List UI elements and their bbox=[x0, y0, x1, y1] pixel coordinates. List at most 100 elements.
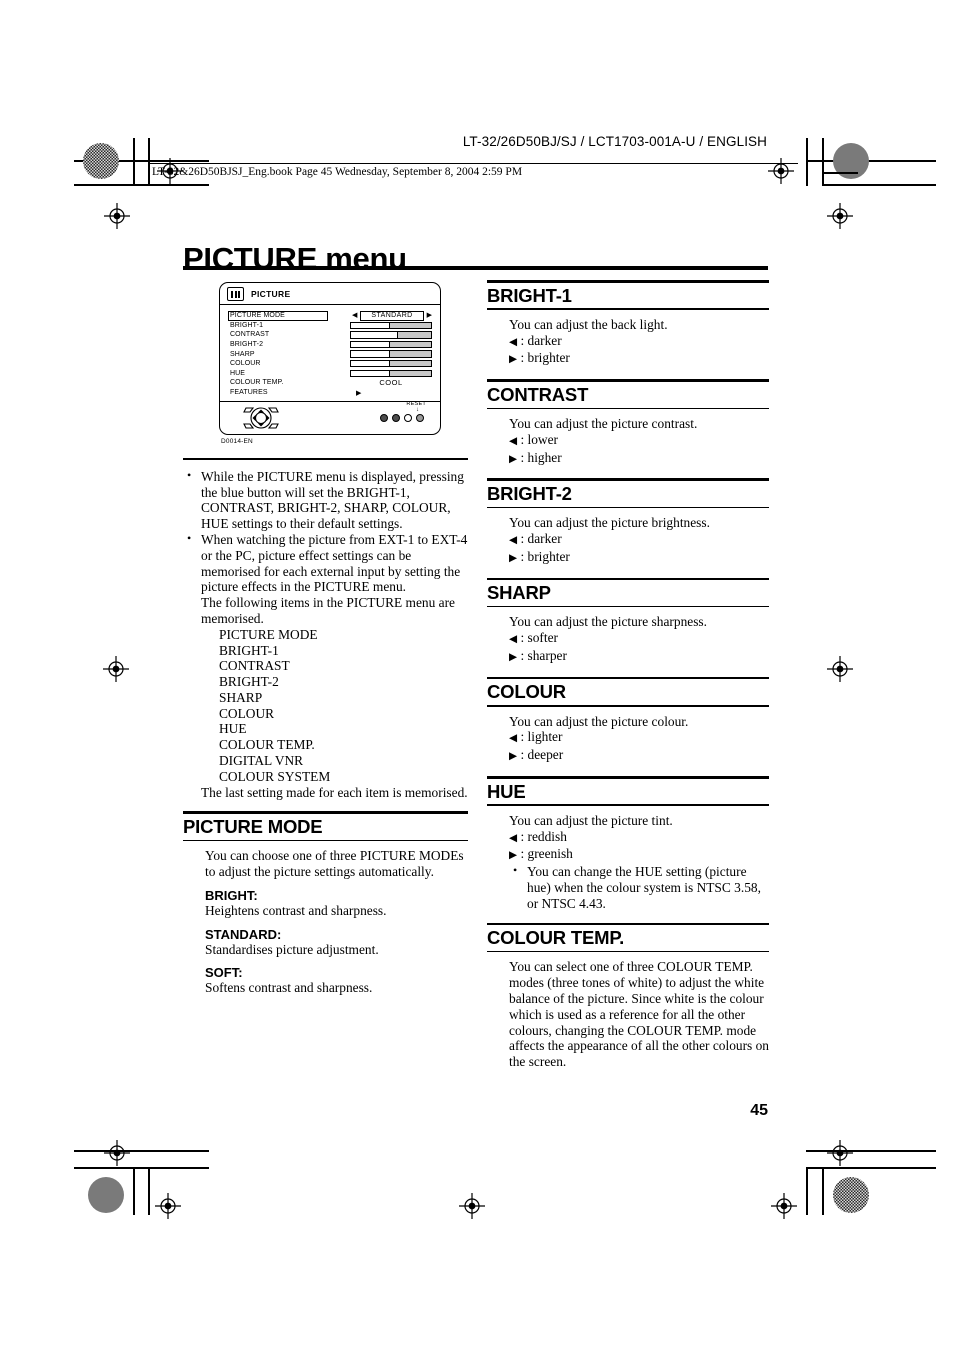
osd-slider[interactable] bbox=[350, 321, 432, 330]
osd-row-sharp[interactable]: SHARP bbox=[230, 349, 432, 359]
osd-row-value: STANDARD bbox=[360, 310, 424, 322]
osd-screen: PICTURE PICTURE MODE ◀ STANDARD ▶ BRIGHT… bbox=[219, 282, 441, 436]
section-bright-2: BRIGHT-2 You can adjust the picture brig… bbox=[487, 478, 769, 566]
mode-desc-bright: Heightens contrast and sharpness. bbox=[205, 902, 387, 918]
right-arrow-text: : greenish bbox=[520, 846, 573, 862]
document-code: LT-32/26D50BJ/SJ / LCT1703-001A-U / ENGL… bbox=[462, 134, 767, 149]
osd-row-control[interactable] bbox=[326, 350, 432, 358]
memorised-item: PICTURE MODE bbox=[219, 626, 318, 642]
section-colour-temp: COLOUR TEMP. You can select one of three… bbox=[487, 922, 769, 1070]
halftone-patch bbox=[833, 1177, 869, 1213]
osd-row-bright-1[interactable]: BRIGHT-1 bbox=[230, 321, 432, 331]
colour-button-green[interactable] bbox=[392, 413, 400, 422]
right-arrow-text: : deeper bbox=[520, 747, 564, 763]
osd-row-control[interactable] bbox=[326, 360, 432, 368]
colour-button-blue[interactable] bbox=[416, 413, 424, 422]
note-closing-text: The last setting made for each item is m… bbox=[201, 784, 468, 800]
section-intro: You can adjust the picture tint. bbox=[509, 812, 673, 828]
registration-mark bbox=[827, 203, 853, 229]
crop-line bbox=[133, 138, 135, 186]
osd-row-label: BRIGHT-1 bbox=[230, 321, 264, 329]
osd-menu-list: PICTURE MODE ◀ STANDARD ▶ BRIGHT-1 CONTR… bbox=[220, 305, 440, 403]
left-arrow-text: : lighter bbox=[520, 729, 563, 745]
crop-line bbox=[806, 1167, 936, 1169]
section-rule-bottom bbox=[487, 506, 769, 509]
osd-row-bright-2[interactable]: BRIGHT-2 bbox=[230, 340, 432, 350]
right-arrow-line: ▶ : sharper bbox=[509, 648, 769, 666]
osd-row-control[interactable] bbox=[326, 340, 432, 349]
picture-menu-icon bbox=[227, 287, 244, 301]
registration-mark bbox=[103, 656, 129, 682]
osd-row-colour-temp[interactable]: COLOUR TEMP. COOL bbox=[230, 378, 432, 388]
mode-name-soft: SOFT: bbox=[205, 965, 243, 981]
osd-row-value: COOL bbox=[379, 378, 403, 388]
memorised-item: COLOUR TEMP. bbox=[219, 737, 315, 753]
left-arrow-text: : darker bbox=[520, 332, 562, 348]
right-arrow-line: ▶ : greenish bbox=[509, 846, 769, 864]
right-arrow-icon: ▶ bbox=[509, 354, 518, 366]
right-arrow-icon: ▶ bbox=[509, 552, 518, 564]
osd-slider[interactable] bbox=[350, 350, 432, 358]
left-arrow-line: ◀ : darker bbox=[509, 531, 769, 549]
section-heading: BRIGHT-2 bbox=[487, 483, 572, 504]
section-intro: You can adjust the picture brightness. bbox=[509, 515, 710, 531]
osd-slider[interactable] bbox=[350, 331, 432, 339]
osd-row-picture-mode[interactable]: PICTURE MODE ◀ STANDARD ▶ bbox=[228, 310, 432, 322]
osd-row-label: COLOUR TEMP. bbox=[230, 379, 284, 387]
header-rule bbox=[148, 163, 798, 164]
right-arrow-icon: ▶ bbox=[509, 850, 518, 862]
section-heading: BRIGHT-1 bbox=[487, 284, 572, 306]
osd-slider[interactable] bbox=[350, 369, 432, 378]
registration-mark bbox=[827, 1140, 853, 1166]
memorised-item: BRIGHT-1 bbox=[219, 642, 279, 658]
left-arrow-icon[interactable]: ◀ bbox=[352, 312, 357, 319]
memorised-item: HUE bbox=[219, 721, 247, 737]
osd-row-control[interactable]: COOL bbox=[326, 378, 432, 387]
crop-line bbox=[822, 184, 936, 186]
halftone-patch bbox=[88, 1177, 124, 1213]
osd-row-contrast[interactable]: CONTRAST bbox=[230, 330, 432, 340]
right-arrow-line: ▶ : higher bbox=[509, 450, 769, 468]
colour-button-red[interactable] bbox=[380, 413, 388, 422]
crop-line bbox=[806, 1167, 808, 1215]
right-arrow-icon: ▶ bbox=[509, 453, 518, 465]
left-arrow-icon: ◀ bbox=[509, 634, 518, 646]
osd-row-control[interactable] bbox=[326, 369, 432, 378]
osd-row-control[interactable] bbox=[326, 331, 432, 339]
left-arrow-line: ◀ : softer bbox=[509, 630, 769, 648]
left-arrow-text: : reddish bbox=[520, 828, 567, 844]
osd-row-features[interactable]: FEATURES ▶ bbox=[230, 388, 432, 398]
section-rule-bottom bbox=[487, 407, 769, 410]
crop-line bbox=[822, 138, 824, 186]
osd-row-hue[interactable]: HUE bbox=[230, 369, 432, 379]
note-bullet-2-text: When watching the picture from EXT-1 to … bbox=[201, 531, 468, 595]
osd-row-control[interactable]: ▶ bbox=[326, 389, 432, 397]
left-arrow-text: : lower bbox=[520, 431, 558, 447]
registration-mark bbox=[771, 1193, 797, 1219]
osd-row-label: FEATURES bbox=[230, 389, 268, 397]
left-arrow-icon: ◀ bbox=[509, 733, 518, 745]
crop-line bbox=[148, 138, 150, 186]
memorised-item: CONTRAST bbox=[219, 658, 290, 674]
osd-slider[interactable] bbox=[350, 360, 432, 368]
left-arrow-line: ◀ : reddish bbox=[509, 829, 769, 847]
colour-button-yellow[interactable] bbox=[404, 413, 412, 422]
right-arrow-icon: ▶ bbox=[509, 652, 518, 664]
osd-slider[interactable] bbox=[350, 340, 432, 349]
section-heading: COLOUR TEMP. bbox=[487, 927, 625, 949]
section-rule-bottom bbox=[487, 606, 769, 608]
submenu-arrow-icon: ▶ bbox=[356, 389, 362, 397]
picture-mode-intro: You can choose one of three PICTURE MODE… bbox=[205, 848, 464, 880]
right-arrow-icon[interactable]: ▶ bbox=[427, 312, 432, 319]
osd-row-label: SHARP bbox=[230, 350, 255, 358]
osd-row-colour[interactable]: COLOUR bbox=[230, 359, 432, 369]
crop-line bbox=[806, 138, 808, 186]
mode-name-bright: BRIGHT: bbox=[205, 887, 258, 903]
osd-row-control[interactable]: ◀ STANDARD ▶ bbox=[328, 310, 432, 322]
osd-row-control[interactable] bbox=[326, 321, 432, 330]
right-arrow-line: ▶ : brighter bbox=[509, 350, 769, 368]
right-arrow-line: ▶ : deeper bbox=[509, 747, 769, 765]
right-arrow-text: : brighter bbox=[520, 350, 570, 366]
crop-line bbox=[822, 1167, 824, 1215]
halftone-patch bbox=[83, 143, 119, 179]
